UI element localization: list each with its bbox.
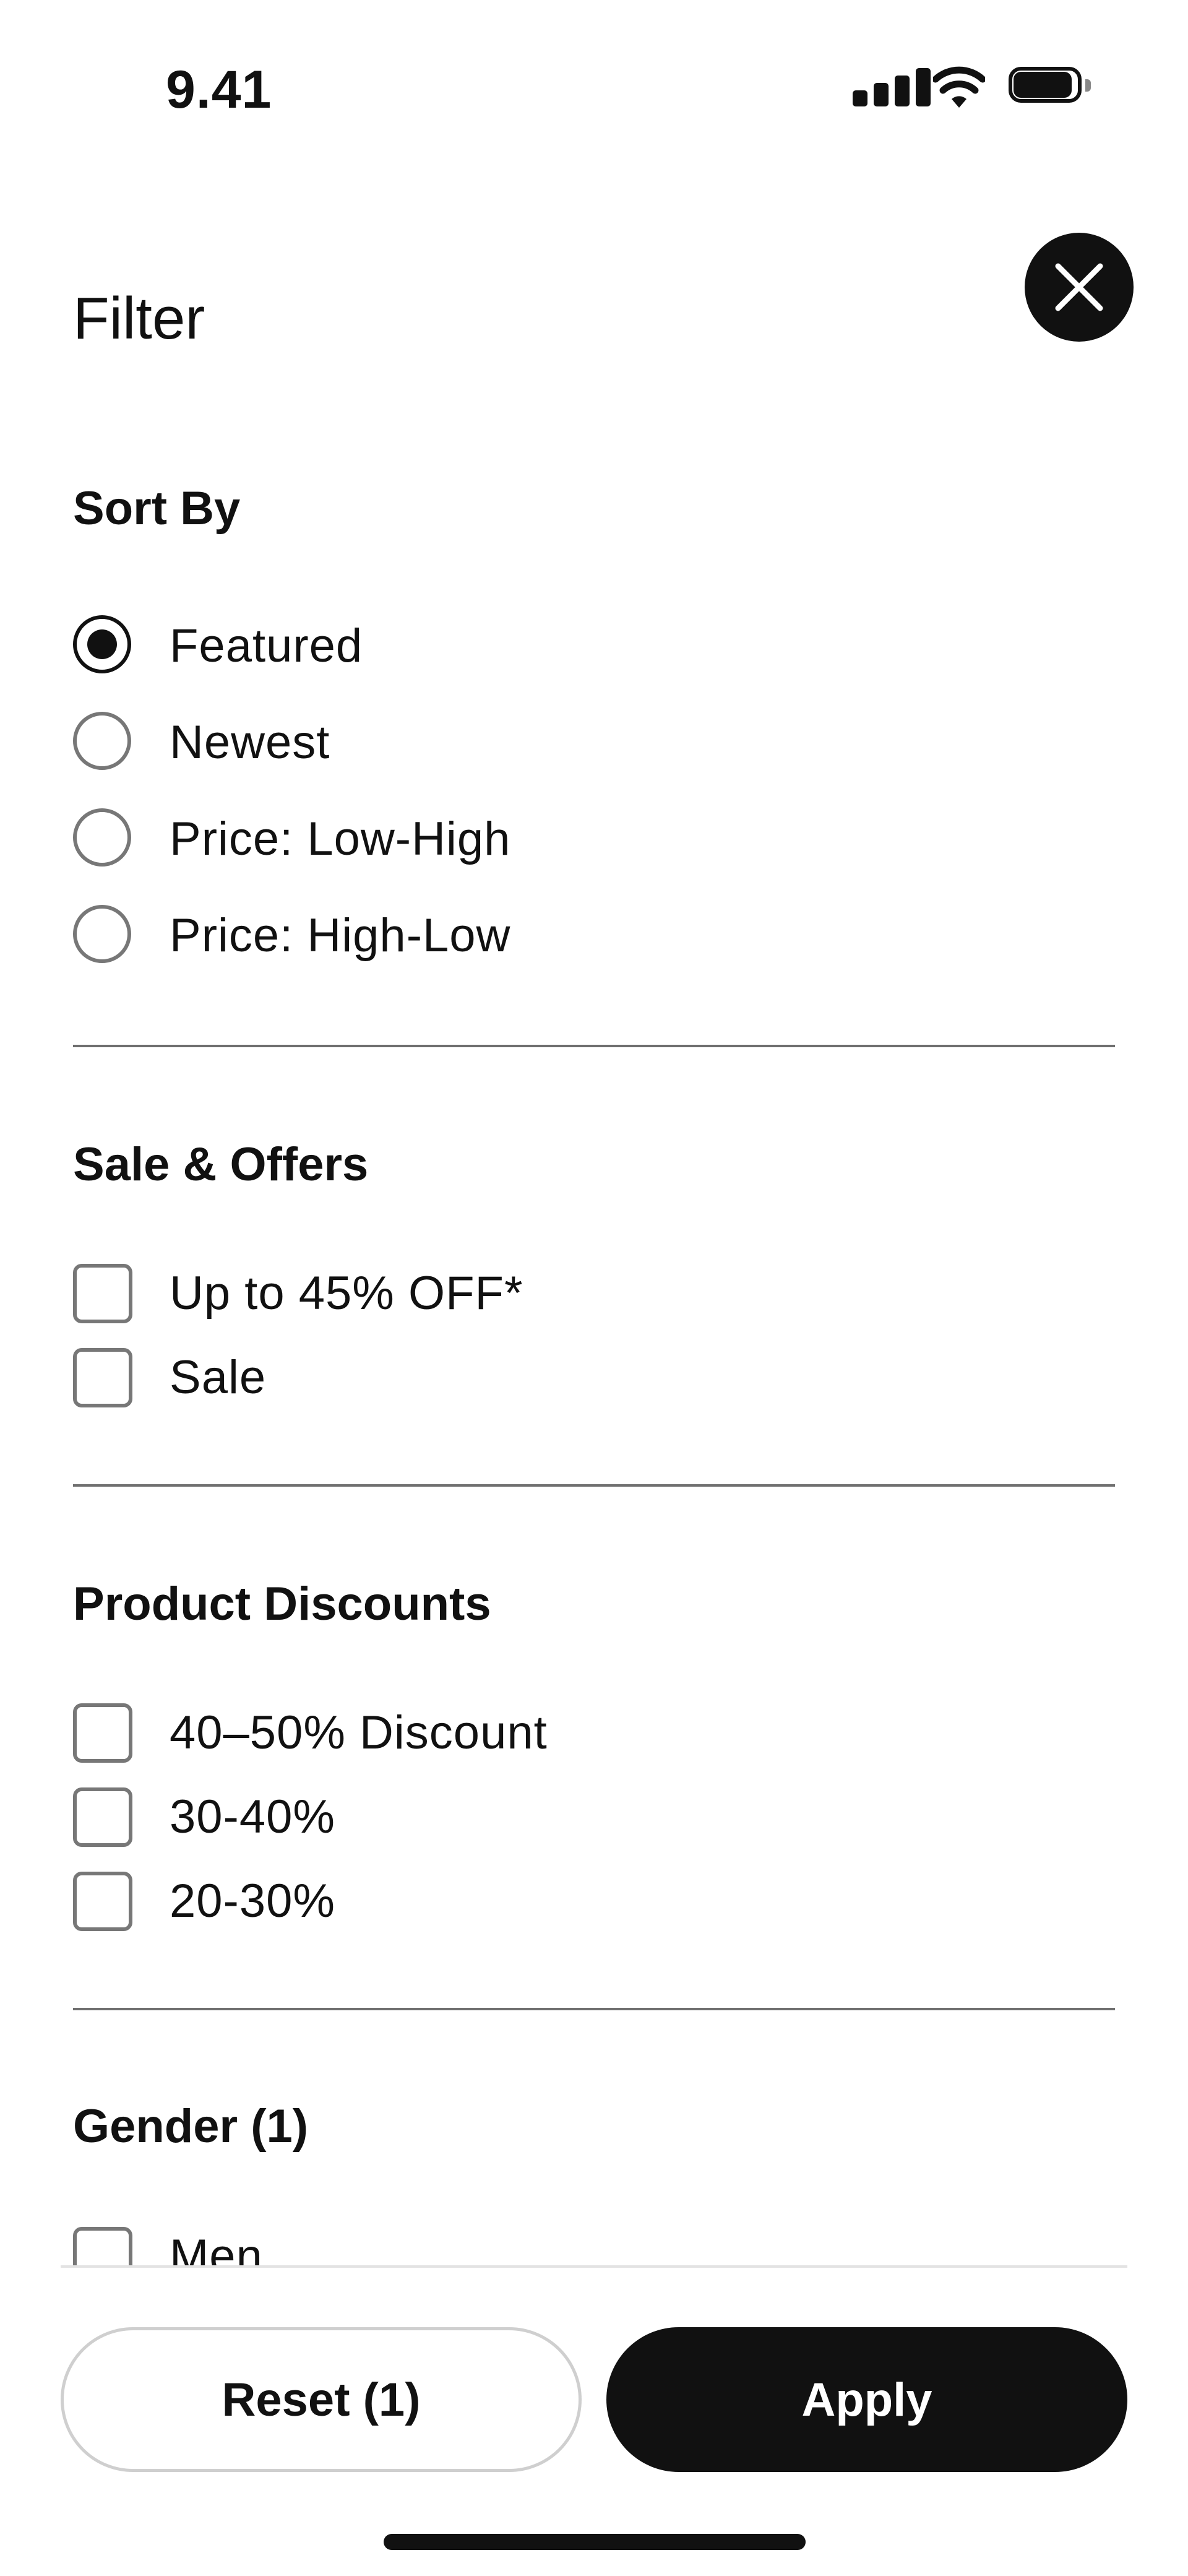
radio[interactable] <box>73 905 131 963</box>
checkbox[interactable] <box>73 1787 132 1847</box>
option-label: 20-30% <box>170 1875 335 1927</box>
option-label: Featured <box>170 620 363 672</box>
offer-option-up-to-45[interactable]: Up to 45% OFF* <box>73 1260 1001 1328</box>
sort-option-newest[interactable]: Newest <box>73 709 1001 777</box>
option-label: Price: High-Low <box>170 909 511 962</box>
sale-offers-title: Sale & Offers <box>73 1138 369 1191</box>
option-label: Sale <box>170 1351 267 1404</box>
checkbox[interactable] <box>73 1264 132 1323</box>
offer-option-sale[interactable]: Sale <box>73 1344 1001 1412</box>
sort-by-title: Sort By <box>73 482 241 535</box>
gender-title: Gender (1) <box>73 2100 309 2153</box>
radio[interactable] <box>73 712 131 770</box>
sort-option-price-high-low[interactable]: Price: High-Low <box>73 902 1001 970</box>
divider <box>73 1484 1115 1487</box>
discount-option-20-30[interactable]: 20-30% <box>73 1868 1001 1936</box>
sort-option-featured[interactable]: Featured <box>73 613 1001 681</box>
radio[interactable] <box>73 808 131 867</box>
sort-option-price-low-high[interactable]: Price: Low-High <box>73 806 1001 874</box>
discount-option-30-40[interactable]: 30-40% <box>73 1784 1001 1852</box>
checkbox[interactable] <box>73 1703 132 1763</box>
wifi-icon <box>933 66 985 108</box>
discount-option-40-50[interactable]: 40–50% Discount <box>73 1700 1001 1768</box>
home-indicator <box>384 2534 806 2550</box>
reset-button[interactable]: Reset (1) <box>61 2327 582 2472</box>
product-discounts-title: Product Discounts <box>73 1578 491 1630</box>
close-icon <box>1055 263 1103 311</box>
option-label: 40–50% Discount <box>170 1706 548 1759</box>
footer-divider <box>61 2265 1127 2268</box>
divider <box>73 2008 1115 2010</box>
status-time: 9.41 <box>166 60 272 119</box>
option-label: Up to 45% OFF* <box>170 1267 523 1320</box>
apply-button[interactable]: Apply <box>606 2327 1127 2472</box>
divider <box>73 1045 1115 1047</box>
close-button[interactable] <box>1025 233 1134 342</box>
checkbox[interactable] <box>73 1872 132 1931</box>
option-label: Newest <box>170 716 330 769</box>
radio-selected[interactable] <box>73 615 131 673</box>
battery-icon <box>1009 64 1091 108</box>
option-label: 30-40% <box>170 1791 335 1843</box>
page-title: Filter <box>73 285 205 352</box>
checkbox[interactable] <box>73 1348 132 1407</box>
option-label: Price: Low-High <box>170 813 511 865</box>
